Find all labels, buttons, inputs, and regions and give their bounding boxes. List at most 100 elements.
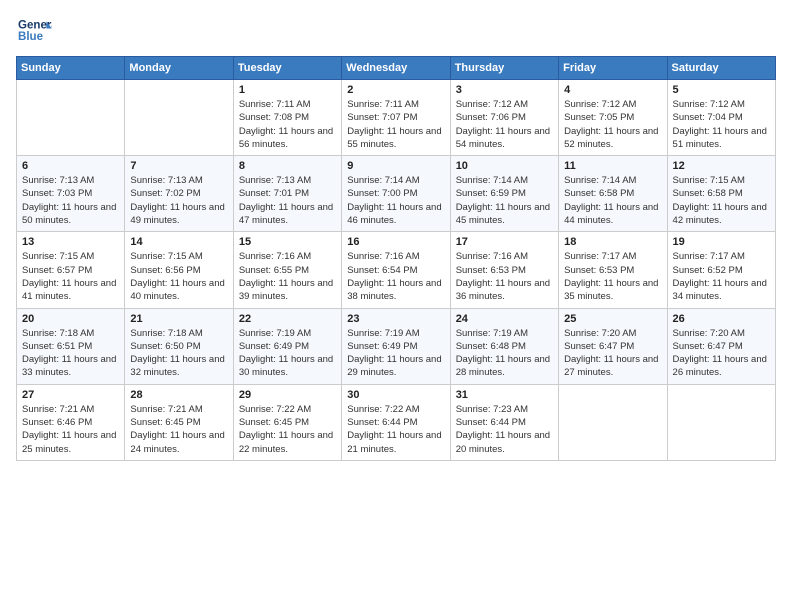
weekday-thursday: Thursday [450, 57, 558, 80]
day-number: 30 [347, 389, 444, 401]
week-row-2: 6 Sunrise: 7:13 AM Sunset: 7:03 PM Daylig… [17, 156, 776, 232]
calendar-cell: 23 Sunrise: 7:19 AM Sunset: 6:49 PM Dayli… [342, 308, 450, 384]
day-number: 23 [347, 313, 444, 325]
day-number: 24 [456, 313, 553, 325]
calendar-cell: 14Sunrise: 7:15 AM Sunset: 6:56 PM Dayli… [125, 232, 233, 308]
day-info: Sunrise: 7:17 AM Sunset: 6:53 PM Dayligh… [564, 250, 661, 303]
weekday-friday: Friday [559, 57, 667, 80]
day-number: 11 [564, 160, 661, 172]
calendar-cell: 7 Sunrise: 7:13 AM Sunset: 7:02 PM Daylig… [125, 156, 233, 232]
day-info: Sunrise: 7:11 AM Sunset: 7:07 PM Dayligh… [347, 98, 444, 151]
day-info: Sunrise: 7:12 AM Sunset: 7:04 PM Dayligh… [673, 98, 770, 151]
calendar-cell: 18Sunrise: 7:17 AM Sunset: 6:53 PM Dayli… [559, 232, 667, 308]
calendar-cell: 31Sunrise: 7:23 AM Sunset: 6:44 PM Dayli… [450, 384, 558, 460]
logo-icon: General Blue [16, 16, 52, 48]
day-info: Sunrise: 7:22 AM Sunset: 6:45 PM Dayligh… [239, 403, 336, 456]
calendar-cell [125, 80, 233, 156]
day-number: 5 [673, 84, 770, 96]
day-number: 16 [347, 236, 444, 248]
calendar-cell: 2 Sunrise: 7:11 AM Sunset: 7:07 PM Daylig… [342, 80, 450, 156]
day-info: Sunrise: 7:14 AM Sunset: 6:58 PM Dayligh… [564, 174, 661, 227]
calendar-cell: 20 Sunrise: 7:18 AM Sunset: 6:51 PM Dayli… [17, 308, 125, 384]
calendar-cell: 30 Sunrise: 7:22 AM Sunset: 6:44 PM Dayli… [342, 384, 450, 460]
calendar-cell: 25 Sunrise: 7:20 AM Sunset: 6:47 PM Dayli… [559, 308, 667, 384]
day-number: 2 [347, 84, 444, 96]
day-number: 10 [456, 160, 553, 172]
day-info: Sunrise: 7:18 AM Sunset: 6:51 PM Dayligh… [22, 327, 119, 380]
calendar-cell: 4 Sunrise: 7:12 AM Sunset: 7:05 PM Daylig… [559, 80, 667, 156]
day-info: Sunrise: 7:19 AM Sunset: 6:49 PM Dayligh… [239, 327, 336, 380]
day-info: Sunrise: 7:13 AM Sunset: 7:01 PM Dayligh… [239, 174, 336, 227]
svg-text:Blue: Blue [18, 31, 44, 43]
calendar-body: 1Sunrise: 7:11 AM Sunset: 7:08 PM Daylig… [17, 80, 776, 461]
calendar-cell: 21Sunrise: 7:18 AM Sunset: 6:50 PM Dayli… [125, 308, 233, 384]
day-info: Sunrise: 7:17 AM Sunset: 6:52 PM Dayligh… [673, 250, 770, 303]
day-number: 17 [456, 236, 553, 248]
calendar-cell: 11 Sunrise: 7:14 AM Sunset: 6:58 PM Dayli… [559, 156, 667, 232]
day-number: 9 [347, 160, 444, 172]
day-info: Sunrise: 7:13 AM Sunset: 7:03 PM Dayligh… [22, 174, 119, 227]
calendar-cell: 10 Sunrise: 7:14 AM Sunset: 6:59 PM Dayli… [450, 156, 558, 232]
day-number: 22 [239, 313, 336, 325]
day-number: 3 [456, 84, 553, 96]
day-info: Sunrise: 7:20 AM Sunset: 6:47 PM Dayligh… [673, 327, 770, 380]
calendar-cell: 1Sunrise: 7:11 AM Sunset: 7:08 PM Daylig… [233, 80, 341, 156]
day-number: 28 [130, 389, 227, 401]
calendar-cell: 27 Sunrise: 7:21 AM Sunset: 6:46 PM Dayli… [17, 384, 125, 460]
day-number: 15 [239, 236, 336, 248]
day-info: Sunrise: 7:20 AM Sunset: 6:47 PM Dayligh… [564, 327, 661, 380]
calendar-cell: 9 Sunrise: 7:14 AM Sunset: 7:00 PM Daylig… [342, 156, 450, 232]
calendar-cell [559, 384, 667, 460]
day-info: Sunrise: 7:12 AM Sunset: 7:06 PM Dayligh… [456, 98, 553, 151]
day-info: Sunrise: 7:19 AM Sunset: 6:49 PM Dayligh… [347, 327, 444, 380]
week-row-1: 1Sunrise: 7:11 AM Sunset: 7:08 PM Daylig… [17, 80, 776, 156]
week-row-4: 20 Sunrise: 7:18 AM Sunset: 6:51 PM Dayli… [17, 308, 776, 384]
page-header: General Blue [16, 16, 776, 48]
weekday-monday: Monday [125, 57, 233, 80]
weekday-saturday: Saturday [667, 57, 775, 80]
day-number: 14 [130, 236, 227, 248]
day-info: Sunrise: 7:16 AM Sunset: 6:53 PM Dayligh… [456, 250, 553, 303]
day-number: 7 [130, 160, 227, 172]
day-info: Sunrise: 7:21 AM Sunset: 6:45 PM Dayligh… [130, 403, 227, 456]
calendar-cell: 17 Sunrise: 7:16 AM Sunset: 6:53 PM Dayli… [450, 232, 558, 308]
day-info: Sunrise: 7:14 AM Sunset: 7:00 PM Dayligh… [347, 174, 444, 227]
day-number: 13 [22, 236, 119, 248]
day-number: 6 [22, 160, 119, 172]
logo: General Blue [16, 16, 52, 48]
calendar-cell: 13Sunrise: 7:15 AM Sunset: 6:57 PM Dayli… [17, 232, 125, 308]
weekday-tuesday: Tuesday [233, 57, 341, 80]
day-number: 4 [564, 84, 661, 96]
day-info: Sunrise: 7:22 AM Sunset: 6:44 PM Dayligh… [347, 403, 444, 456]
day-info: Sunrise: 7:19 AM Sunset: 6:48 PM Dayligh… [456, 327, 553, 380]
day-info: Sunrise: 7:15 AM Sunset: 6:58 PM Dayligh… [673, 174, 770, 227]
day-number: 26 [673, 313, 770, 325]
weekday-wednesday: Wednesday [342, 57, 450, 80]
week-row-5: 27 Sunrise: 7:21 AM Sunset: 6:46 PM Dayli… [17, 384, 776, 460]
calendar-cell: 24 Sunrise: 7:19 AM Sunset: 6:48 PM Dayli… [450, 308, 558, 384]
day-info: Sunrise: 7:12 AM Sunset: 7:05 PM Dayligh… [564, 98, 661, 151]
calendar-cell: 6 Sunrise: 7:13 AM Sunset: 7:03 PM Daylig… [17, 156, 125, 232]
calendar-cell: 16 Sunrise: 7:16 AM Sunset: 6:54 PM Dayli… [342, 232, 450, 308]
weekday-header-row: SundayMondayTuesdayWednesdayThursdayFrid… [17, 57, 776, 80]
calendar-cell: 3 Sunrise: 7:12 AM Sunset: 7:06 PM Daylig… [450, 80, 558, 156]
calendar-cell: 15Sunrise: 7:16 AM Sunset: 6:55 PM Dayli… [233, 232, 341, 308]
day-info: Sunrise: 7:16 AM Sunset: 6:54 PM Dayligh… [347, 250, 444, 303]
calendar-cell: 29 Sunrise: 7:22 AM Sunset: 6:45 PM Dayli… [233, 384, 341, 460]
day-number: 12 [673, 160, 770, 172]
day-info: Sunrise: 7:23 AM Sunset: 6:44 PM Dayligh… [456, 403, 553, 456]
calendar-cell: 22 Sunrise: 7:19 AM Sunset: 6:49 PM Dayli… [233, 308, 341, 384]
calendar-table: SundayMondayTuesdayWednesdayThursdayFrid… [16, 56, 776, 461]
day-number: 20 [22, 313, 119, 325]
calendar-cell: 8Sunrise: 7:13 AM Sunset: 7:01 PM Daylig… [233, 156, 341, 232]
day-number: 27 [22, 389, 119, 401]
day-info: Sunrise: 7:21 AM Sunset: 6:46 PM Dayligh… [22, 403, 119, 456]
day-info: Sunrise: 7:13 AM Sunset: 7:02 PM Dayligh… [130, 174, 227, 227]
day-number: 19 [673, 236, 770, 248]
day-number: 25 [564, 313, 661, 325]
calendar-cell: 19 Sunrise: 7:17 AM Sunset: 6:52 PM Dayli… [667, 232, 775, 308]
calendar-cell: 5 Sunrise: 7:12 AM Sunset: 7:04 PM Daylig… [667, 80, 775, 156]
day-info: Sunrise: 7:14 AM Sunset: 6:59 PM Dayligh… [456, 174, 553, 227]
day-number: 29 [239, 389, 336, 401]
weekday-sunday: Sunday [17, 57, 125, 80]
